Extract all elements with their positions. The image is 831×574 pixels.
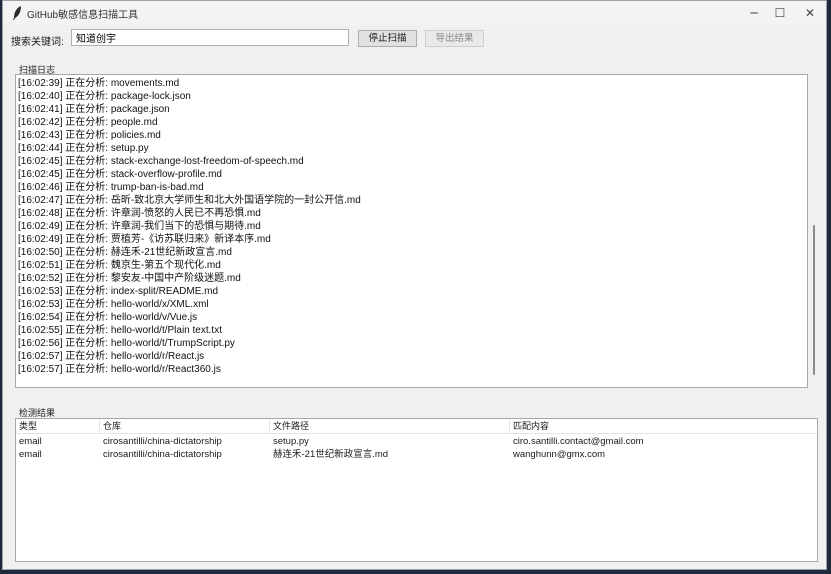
log-line: [16:02:42] 正在分析: people.md — [18, 117, 158, 128]
log-line: [16:02:55] 正在分析: hello-world/t/Plain tex… — [18, 325, 222, 336]
log-line: [16:02:49] 正在分析: 贾植芳-《访苏联归来》新译本序.md — [18, 234, 271, 245]
log-textarea[interactable]: [16:02:39] 正在分析: movements.md [16:02:40] … — [15, 74, 808, 388]
cell-type: email — [19, 449, 42, 460]
close-button[interactable]: ✕ — [795, 1, 825, 25]
log-line: [16:02:41] 正在分析: package.json — [18, 104, 170, 115]
column-header-repo[interactable]: 仓库 — [100, 419, 270, 433]
log-line: [16:02:48] 正在分析: 许章润-愤怒的人民已不再恐惧.md — [18, 208, 261, 219]
log-line: [16:02:51] 正在分析: 魏京生-第五个现代化.md — [18, 260, 221, 271]
export-results-button[interactable]: 导出结果 — [425, 30, 484, 47]
log-line: [16:02:45] 正在分析: stack-exchange-lost-fre… — [18, 156, 304, 167]
cell-type: email — [19, 436, 42, 447]
maximize-button[interactable]: ☐ — [765, 1, 795, 25]
log-line: [16:02:56] 正在分析: hello-world/t/TrumpScri… — [18, 338, 235, 349]
log-line: [16:02:39] 正在分析: movements.md — [18, 78, 180, 89]
log-line: [16:02:53] 正在分析: hello-world/x/XML.xml — [18, 299, 209, 310]
log-line: [16:02:46] 正在分析: trump-ban-is-bad.md — [18, 182, 204, 193]
feather-icon — [13, 6, 21, 20]
results-header: 类型 仓库 文件路径 匹配内容 — [16, 419, 817, 434]
cell-match: ciro.santilli.contact@gmail.com — [513, 436, 644, 447]
log-line: [16:02:45] 正在分析: stack-overflow-profile.… — [18, 169, 222, 180]
cell-repo: cirosantilli/china-dictatorship — [103, 449, 222, 460]
app-window: GitHub敏感信息扫描工具 ─ ☐ ✕ 搜索关键词: 停止扫描 导出结果 扫描… — [2, 0, 827, 570]
column-header-type[interactable]: 类型 — [16, 419, 100, 433]
cell-match: wanghunn@gmx.com — [513, 449, 606, 460]
log-line: [16:02:57] 正在分析: hello-world/r/React.js — [18, 351, 205, 362]
results-table[interactable]: 类型 仓库 文件路径 匹配内容 email cirosantilli/china… — [15, 418, 818, 562]
title-bar: GitHub敏感信息扫描工具 ─ ☐ ✕ — [3, 1, 826, 25]
log-line: [16:02:47] 正在分析: 岳昕-致北京大学师生和北大外国语学院的一封公开… — [18, 195, 361, 206]
log-scroll-thumb[interactable] — [813, 225, 815, 375]
log-line: [16:02:50] 正在分析: 赫连禾-21世纪新政宣言.md — [18, 247, 232, 258]
log-line: [16:02:57] 正在分析: hello-world/r/React360.… — [18, 364, 221, 375]
log-line: [16:02:40] 正在分析: package-lock.json — [18, 91, 191, 102]
log-line: [16:02:49] 正在分析: 许章润-我们当下的恐惧与期待.md — [18, 221, 261, 232]
log-line: [16:02:43] 正在分析: policies.md — [18, 130, 161, 141]
cell-repo: cirosantilli/china-dictatorship — [103, 436, 222, 447]
search-input[interactable] — [71, 29, 349, 46]
log-scrollbar[interactable] — [809, 75, 819, 387]
stop-scan-button[interactable]: 停止扫描 — [358, 30, 417, 47]
column-header-match[interactable]: 匹配内容 — [510, 419, 817, 433]
log-line: [16:02:54] 正在分析: hello-world/v/Vue.js — [18, 312, 198, 323]
search-label: 搜索关键词: — [11, 37, 64, 48]
log-line: [16:02:44] 正在分析: setup.py — [18, 143, 149, 154]
column-header-path[interactable]: 文件路径 — [270, 419, 510, 433]
log-lines: [16:02:39] 正在分析: movements.md [16:02:40] … — [18, 77, 798, 376]
window-title: GitHub敏感信息扫描工具 — [27, 10, 139, 21]
cell-path: 赫连禾-21世纪新政宣言.md — [273, 449, 389, 460]
log-line: [16:02:52] 正在分析: 黎安友-中国中产阶级迷题.md — [18, 273, 241, 284]
log-line: [16:02:53] 正在分析: index-split/README.md — [18, 286, 219, 297]
cell-path: setup.py — [273, 436, 309, 447]
